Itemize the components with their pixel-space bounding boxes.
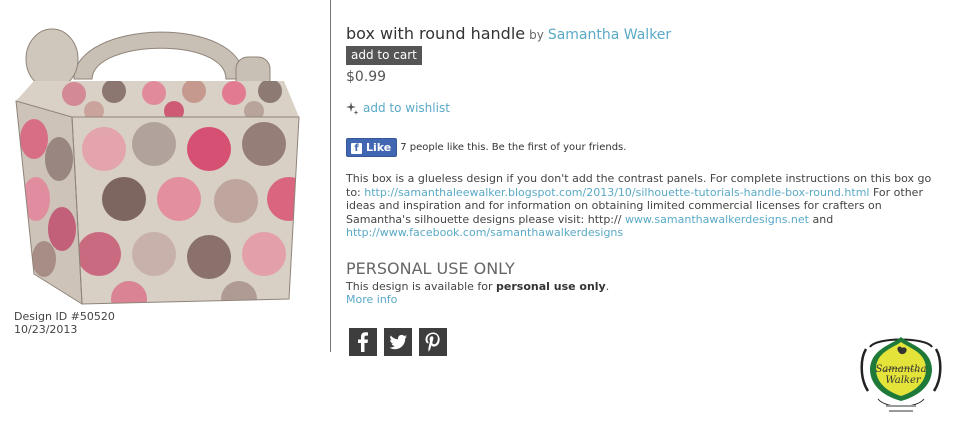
add-to-wishlist-link[interactable]: add to wishlist — [346, 101, 450, 115]
product-image-panel: Design ID #50520 10/23/2013 — [0, 0, 331, 352]
author-link[interactable]: Samantha Walker — [548, 27, 671, 43]
product-image — [14, 9, 305, 307]
license-text-bold: personal use only — [496, 280, 606, 293]
logo-line2: Walker — [885, 375, 922, 386]
license-text: This design is available for personal us… — [346, 280, 609, 293]
add-to-cart-button[interactable]: add to cart — [346, 46, 422, 65]
product-title: box with round handle — [346, 24, 526, 43]
license-text-suffix: . — [605, 280, 610, 293]
price: $0.99 — [346, 69, 387, 85]
by-label: by — [529, 28, 544, 42]
like-label: Like — [366, 141, 392, 154]
design-date: 10/23/2013 — [14, 323, 78, 336]
facebook-page-link[interactable]: http://www.facebook.com/samanthawalkerde… — [346, 226, 623, 239]
facebook-icon[interactable] — [349, 328, 377, 356]
title-row: box with round handle by Samantha Walker — [346, 24, 671, 43]
sparkle-icon — [346, 102, 359, 115]
license-heading: PERSONAL USE ONLY — [346, 259, 515, 278]
wishlist-label: add to wishlist — [363, 101, 450, 115]
facebook-like-row: f Like 7 people like this. Be the first of… — [346, 137, 626, 157]
social-share — [349, 328, 454, 356]
samantha-walker-logo: Samantha Walker — [856, 329, 946, 419]
twitter-icon[interactable] — [384, 328, 412, 356]
facebook-f-icon: f — [351, 143, 362, 154]
pinterest-icon[interactable] — [419, 328, 447, 356]
facebook-like-button[interactable]: f Like — [346, 138, 398, 157]
more-info-link[interactable]: More info — [346, 293, 397, 306]
like-count-text: 7 people like this. Be the first of your… — [400, 142, 627, 153]
product-description: This box is a glueless design if you don… — [346, 172, 936, 240]
logo-line1: Samantha — [875, 364, 926, 375]
design-id: Design ID #50520 — [14, 310, 115, 323]
license-text-prefix: This design is available for — [346, 280, 497, 293]
website-link[interactable]: www.samanthawalkerdesigns.net — [625, 213, 809, 226]
blog-link[interactable]: http://samanthaleewalker.blogspot.com/20… — [364, 186, 869, 199]
description-part3: and — [808, 212, 834, 226]
design-meta: Design ID #50520 10/23/2013 — [14, 310, 115, 336]
